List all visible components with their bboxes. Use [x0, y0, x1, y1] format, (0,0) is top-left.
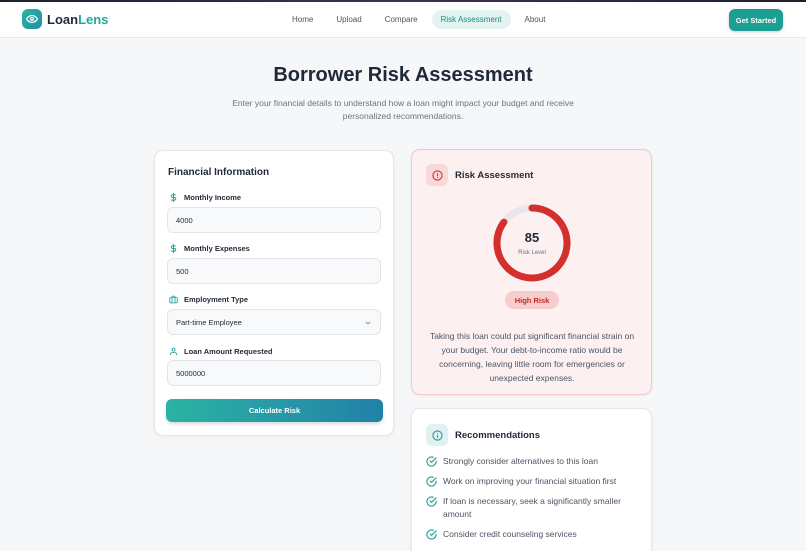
recommendations-title: Recommendations [455, 430, 540, 441]
alert-circle-icon [426, 164, 448, 186]
loan-amount-input[interactable]: 5000000 [167, 360, 381, 386]
page-title: Borrower Risk Assessment [273, 64, 533, 86]
chevron-down-icon [365, 321, 371, 325]
risk-description: Taking this loan could put significant f… [429, 331, 635, 383]
nav-upload[interactable]: Upload [327, 10, 370, 29]
recommendation-item: Work on improving your financial situati… [426, 475, 641, 488]
brand-logo[interactable]: LoanLens [22, 9, 108, 29]
risk-score-label: Risk Level [518, 250, 546, 256]
check-circle-icon [426, 529, 437, 540]
eye-icon [22, 9, 42, 29]
recommendation-item: If loan is necessary, seek a significant… [426, 495, 641, 521]
top-navbar: LoanLens Home Upload Compare Risk Assess… [0, 2, 806, 38]
main-nav: Home Upload Compare Risk Assessment Abou… [283, 10, 559, 29]
monthly-expenses-label-text: Monthly Expenses [184, 244, 250, 253]
brand-name-part1: Loan [47, 11, 79, 27]
dollar-icon [170, 244, 177, 253]
risk-level-badge: High Risk [505, 291, 559, 309]
loan-amount-label: Loan Amount Requested [169, 347, 272, 356]
monthly-expenses-input[interactable]: 500 [167, 258, 381, 284]
check-circle-icon [426, 476, 437, 487]
check-circle-icon [426, 456, 437, 467]
employment-type-value: Part-time Employee [176, 317, 242, 327]
recommendation-text: Strongly consider alternatives to this l… [443, 456, 598, 466]
employment-type-label: Employment Type [169, 295, 248, 304]
monthly-income-label-text: Monthly Income [184, 193, 242, 202]
loan-amount-value: 5000000 [176, 368, 206, 378]
monthly-income-input[interactable]: 4000 [167, 207, 381, 233]
financial-info-card: Financial Information Monthly Income 400… [154, 150, 394, 436]
nav-about[interactable]: About [516, 10, 555, 29]
info-icon [426, 424, 448, 446]
nav-compare[interactable]: Compare [376, 10, 427, 29]
check-circle-icon [426, 496, 437, 507]
recommendation-item: Consider credit counseling services [426, 528, 641, 541]
nav-home[interactable]: Home [283, 10, 322, 29]
risk-assessment-title: Risk Assessment [455, 170, 534, 181]
get-started-button[interactable]: Get Started [729, 9, 783, 31]
brand-name: LoanLens [47, 12, 108, 27]
financial-info-title: Financial Information [168, 167, 270, 178]
nav-risk-assessment[interactable]: Risk Assessment [431, 10, 511, 29]
monthly-income-label: Monthly Income [169, 193, 241, 202]
recommendation-text: Consider credit counseling services [443, 529, 577, 539]
briefcase-icon [169, 295, 178, 304]
recommendations-card: Recommendations Strongly consider altern… [411, 408, 652, 551]
monthly-income-value: 4000 [176, 215, 193, 225]
dollar-icon [170, 193, 177, 202]
recommendation-item: Strongly consider alternatives to this l… [426, 455, 641, 468]
employment-type-label-text: Employment Type [184, 295, 249, 304]
risk-score: 85 [524, 230, 540, 245]
monthly-expenses-label: Monthly Expenses [169, 244, 250, 253]
loan-amount-label-text: Loan Amount Requested [184, 347, 273, 356]
page-subtitle: Enter your financial details to understa… [232, 98, 574, 121]
monthly-expenses-value: 500 [176, 266, 189, 276]
user-icon [170, 347, 177, 356]
risk-assessment-card: Risk Assessment 85 Risk Level High Risk … [411, 149, 652, 395]
recommendation-text: Work on improving your financial situati… [443, 476, 617, 486]
brand-name-part2: Lens [78, 11, 109, 27]
recommendation-text: If loan is necessary, seek a significant… [443, 496, 621, 519]
calculate-risk-button[interactable]: Calculate Risk [166, 399, 383, 422]
employment-type-select[interactable]: Part-time Employee [167, 309, 381, 335]
